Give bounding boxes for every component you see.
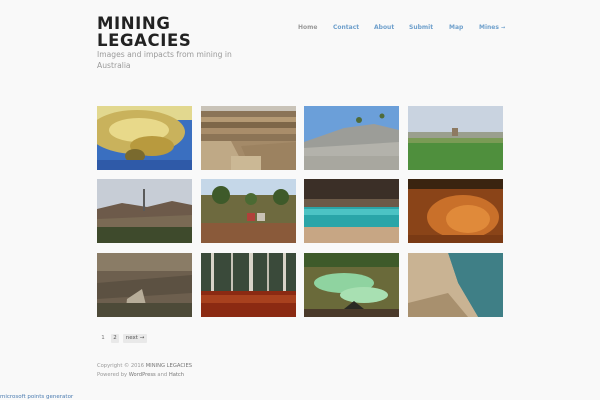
copyright-text: Copyright © 2016 bbox=[97, 363, 145, 369]
powered-by-line: Powered by WordPress and Hatch bbox=[97, 371, 297, 380]
gallery-photo-red-water[interactable] bbox=[201, 253, 296, 317]
gallery-photo-yellow-tailings[interactable] bbox=[97, 106, 192, 170]
nav-mines[interactable]: Mines → bbox=[479, 24, 505, 31]
gallery-photo-image bbox=[97, 179, 192, 243]
gallery-photo-smelter-hills[interactable] bbox=[97, 179, 192, 243]
gallery-photo-image bbox=[201, 253, 296, 317]
gallery-photo-image bbox=[304, 253, 399, 317]
gallery-photo-image bbox=[304, 179, 399, 243]
copyright-line: Copyright © 2016 MINING LEGACIES bbox=[97, 362, 297, 371]
gallery-photo-green-field[interactable] bbox=[408, 106, 503, 170]
theme-link[interactable]: Hatch bbox=[169, 372, 184, 378]
gallery-photo-lake-bank[interactable] bbox=[408, 253, 503, 317]
gallery-photo-waste-rock[interactable] bbox=[304, 106, 399, 170]
gallery-photo-aerial-land[interactable] bbox=[97, 253, 192, 317]
bottom-external-link[interactable]: microsoft points generator bbox=[0, 394, 73, 400]
gallery-photo-image bbox=[408, 106, 503, 170]
gallery-photo-acid-drainage[interactable] bbox=[304, 253, 399, 317]
chevron-down-icon: → bbox=[500, 25, 506, 31]
gallery-photo-image bbox=[408, 253, 503, 317]
page-1-current: 1 bbox=[101, 335, 105, 341]
gallery-photo-pit-lake[interactable] bbox=[304, 179, 399, 243]
gallery-photo-image bbox=[201, 179, 296, 243]
nav-map[interactable]: Map bbox=[449, 24, 463, 31]
site-title[interactable]: MINING LEGACIES bbox=[97, 15, 237, 49]
gallery-photo-image bbox=[304, 106, 399, 170]
wordpress-link[interactable]: WordPress bbox=[129, 372, 156, 378]
nav-mines-label: Mines bbox=[479, 24, 499, 31]
nav-submit[interactable]: Submit bbox=[409, 24, 433, 31]
site-tagline: Images and impacts from mining in Austra… bbox=[97, 50, 232, 70]
gallery-photo-image bbox=[97, 106, 192, 170]
gallery-photo-image bbox=[97, 253, 192, 317]
nav-contact[interactable]: Contact bbox=[333, 24, 359, 31]
gallery-photo-image bbox=[408, 179, 503, 243]
copyright-site-link[interactable]: MINING LEGACIES bbox=[146, 363, 192, 369]
gallery-photo-bush-sheds[interactable] bbox=[201, 179, 296, 243]
and-text: and bbox=[157, 372, 168, 378]
powered-by-text: Powered by bbox=[97, 372, 128, 378]
gallery-photo-image bbox=[201, 106, 296, 170]
page-2-link[interactable]: 2 bbox=[111, 334, 119, 343]
site-footer: Copyright © 2016 MINING LEGACIES Powered… bbox=[97, 362, 297, 380]
next-page-link[interactable]: next → bbox=[123, 334, 147, 343]
nav-about[interactable]: About bbox=[374, 24, 394, 31]
main-nav: Home Contact About Submit Map Mines → bbox=[290, 24, 510, 36]
nav-home[interactable]: Home bbox=[298, 24, 317, 31]
gallery-photo-cracked-sediment[interactable] bbox=[408, 179, 503, 243]
gallery-photo-open-pit[interactable] bbox=[201, 106, 296, 170]
